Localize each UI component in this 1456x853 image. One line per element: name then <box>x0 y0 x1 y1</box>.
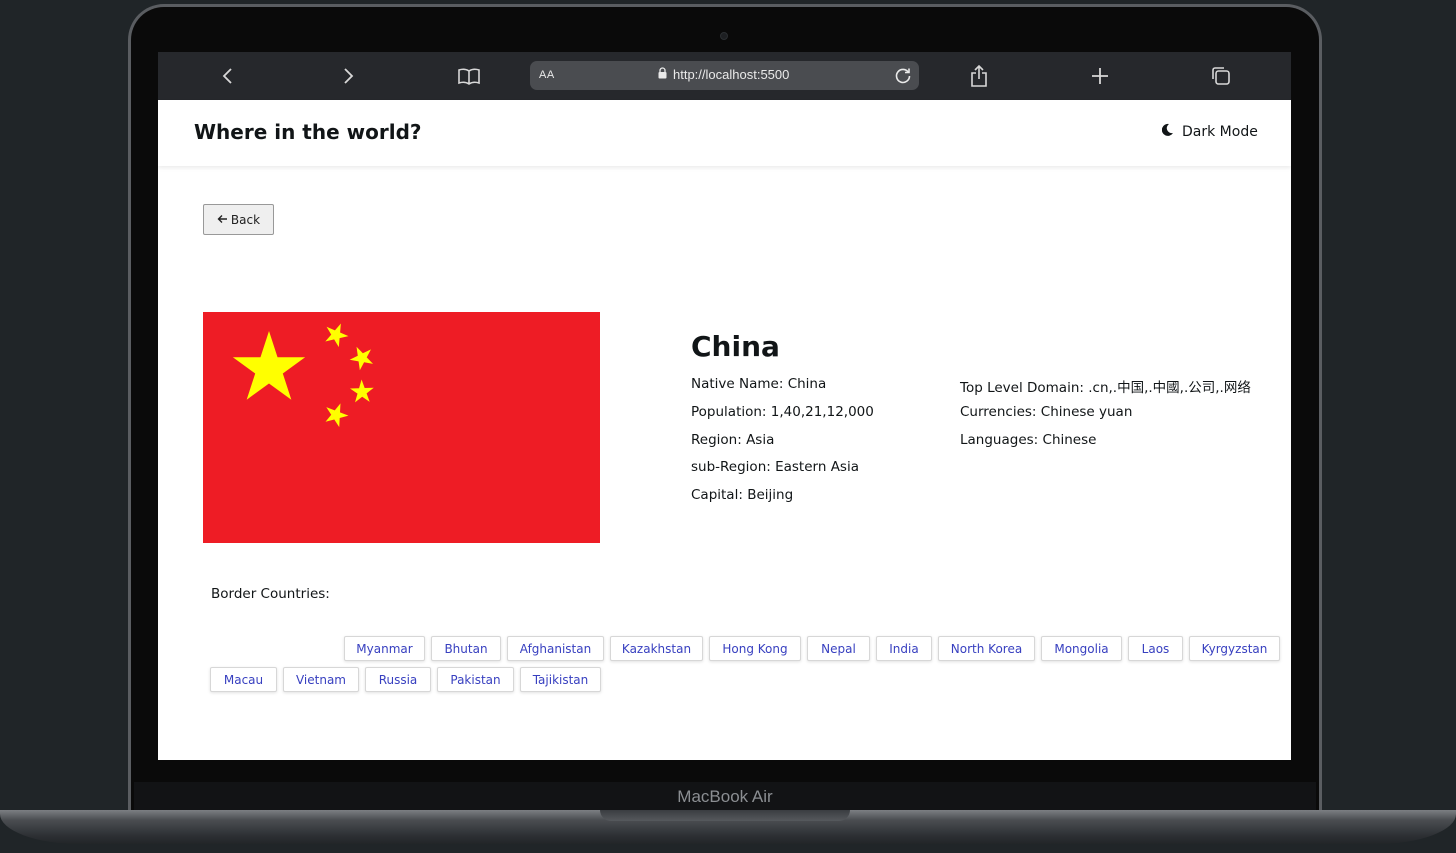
details-right: Top Level Domain: .cn,.中国,.中國,.公司,.网络 Cu… <box>960 376 1251 459</box>
border-chip-pakistan[interactable]: Pakistan <box>437 667 514 692</box>
address-bar[interactable]: AA http://localhost:5500 <box>530 61 919 90</box>
browser-toolbar: AA http://localhost:5500 <box>158 52 1291 100</box>
site-header: Where in the world? Dark Mode <box>158 100 1291 166</box>
details-left: Native Name: China Population: 1,40,21,1… <box>691 376 874 515</box>
border-chip-vietnam[interactable]: Vietnam <box>283 667 359 692</box>
border-chip-myanmar[interactable]: Myanmar <box>344 636 425 661</box>
dark-mode-label: Dark Mode <box>1182 123 1258 140</box>
laptop-hinge: MacBook Air <box>134 782 1316 810</box>
bookmarks-book-icon[interactable] <box>455 62 483 90</box>
screen: AA http://localhost:5500 Where in the wo… <box>158 52 1291 760</box>
border-chip-india[interactable]: India <box>876 636 932 661</box>
border-chip-kazakhstan[interactable]: Kazakhstan <box>610 636 703 661</box>
dark-mode-toggle[interactable]: Dark Mode <box>1161 123 1258 140</box>
back-button[interactable]: Back <box>203 204 274 235</box>
border-chip-russia[interactable]: Russia <box>365 667 431 692</box>
border-chip-hong-kong[interactable]: Hong Kong <box>709 636 801 661</box>
moon-icon <box>1161 123 1174 140</box>
url-text: http://localhost:5500 <box>673 67 790 82</box>
border-chip-nepal[interactable]: Nepal <box>807 636 870 661</box>
border-chip-laos[interactable]: Laos <box>1128 636 1183 661</box>
detail-top-level-domain: Top Level Domain: .cn,.中国,.中國,.公司,.网络 <box>960 380 1251 396</box>
country-flag <box>203 312 600 543</box>
laptop-notch <box>600 810 850 821</box>
device-label: MacBook Air <box>677 787 773 806</box>
border-chip-macau[interactable]: Macau <box>210 667 277 692</box>
arrow-left-icon <box>217 213 228 227</box>
lock-icon <box>658 67 667 82</box>
detail-sub-region: sub-Region: Eastern Asia <box>691 459 859 476</box>
back-arrow-icon[interactable] <box>214 62 242 90</box>
app-title: Where in the world? <box>194 120 422 144</box>
border-countries-label: Border Countries: <box>211 586 330 602</box>
detail-capital: Capital: Beijing <box>691 487 794 504</box>
detail-region: Region: Asia <box>691 431 775 448</box>
border-chip-north-korea[interactable]: North Korea <box>938 636 1035 661</box>
back-button-label: Back <box>230 212 261 227</box>
country-name: China <box>691 330 780 363</box>
new-tab-plus-icon[interactable] <box>1086 62 1114 90</box>
detail-currencies: Currencies: Chinese yuan <box>960 403 1133 420</box>
share-icon[interactable] <box>965 62 993 90</box>
border-chip-kyrgyzstan[interactable]: Kyrgyzstan <box>1189 636 1280 661</box>
border-chip-bhutan[interactable]: Bhutan <box>431 636 501 661</box>
border-chip-tajikistan[interactable]: Tajikistan <box>520 667 601 692</box>
detail-native-name: Native Name: China <box>691 376 827 392</box>
text-size-button[interactable]: AA <box>539 69 555 81</box>
webcam <box>720 32 728 40</box>
tabs-overview-icon[interactable] <box>1207 62 1235 90</box>
border-chip-afghanistan[interactable]: Afghanistan <box>507 636 604 661</box>
forward-arrow-icon[interactable] <box>334 62 362 90</box>
detail-population: Population: 1,40,21,12,000 <box>691 403 874 420</box>
border-chip-mongolia[interactable]: Mongolia <box>1041 636 1122 661</box>
web-page: Where in the world? Dark Mode Back China… <box>158 100 1291 760</box>
detail-languages: Languages: Chinese <box>960 431 1097 448</box>
reload-icon[interactable] <box>892 64 914 89</box>
